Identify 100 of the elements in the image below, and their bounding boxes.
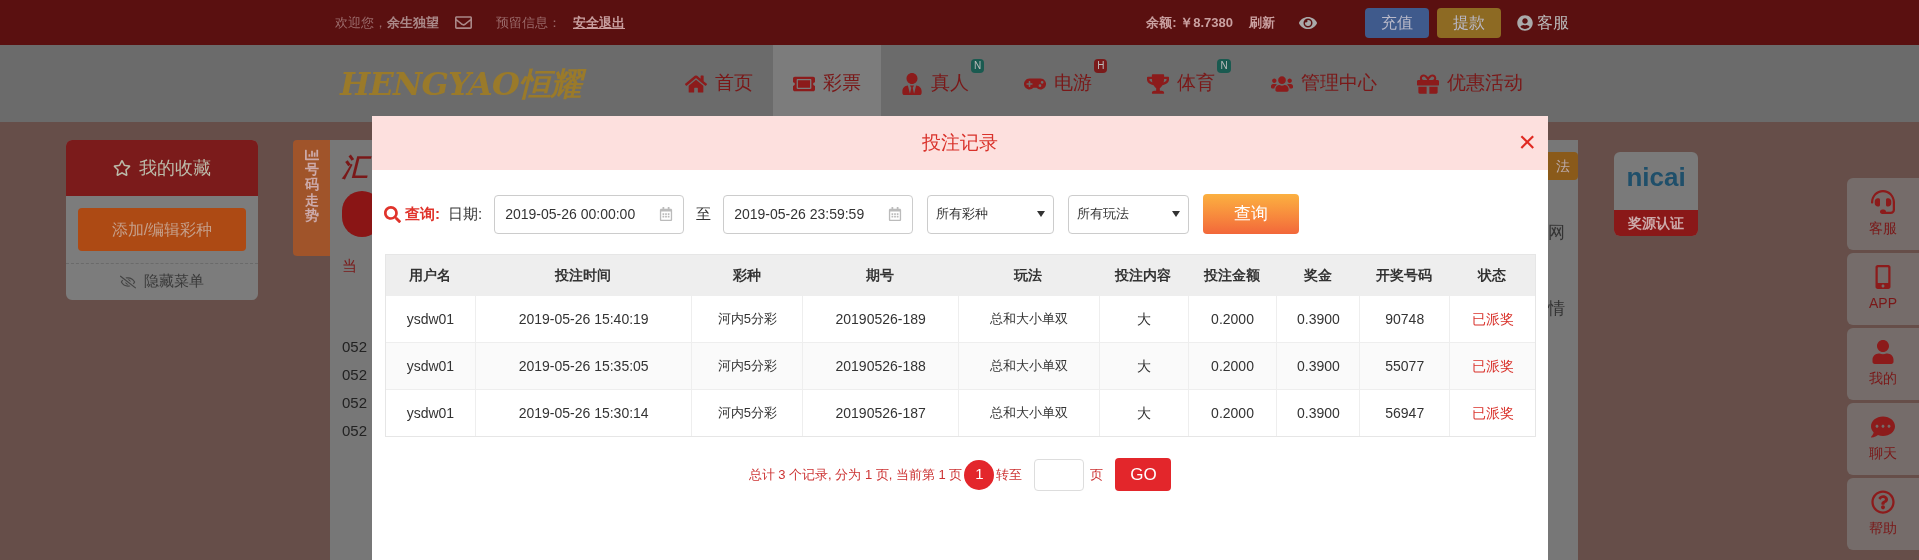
withdraw-button[interactable]: 提款 bbox=[1437, 7, 1501, 38]
balance-text: 余额: ￥8.7380 bbox=[1146, 13, 1233, 32]
table-cell-text: ysdw01 bbox=[405, 403, 456, 423]
goto-label: 转至 bbox=[996, 465, 1023, 484]
nav-label: 体育 bbox=[1177, 71, 1216, 96]
headset-icon bbox=[1871, 189, 1895, 214]
table-cell: 56947 bbox=[1359, 390, 1450, 436]
table-cell: 20190526-187 bbox=[802, 390, 958, 436]
nav-label: 首页 bbox=[715, 71, 753, 96]
page-input[interactable] bbox=[1034, 458, 1085, 491]
issue-number: 052 bbox=[342, 421, 369, 440]
sidebar-label: 聊天 bbox=[1869, 443, 1897, 463]
calendar-icon bbox=[888, 207, 903, 221]
table-cell-text: ysdw01 bbox=[405, 309, 456, 329]
sidebar-label: 我的 bbox=[1869, 368, 1897, 388]
column-header: 奖金 bbox=[1302, 265, 1333, 285]
sidebar-button[interactable]: APP bbox=[1847, 253, 1919, 325]
calendar-icon bbox=[659, 207, 674, 221]
column-header: 玩法 bbox=[1012, 265, 1044, 285]
user-icon bbox=[1871, 339, 1895, 364]
person-icon bbox=[901, 72, 923, 95]
column-header: 开奖号码 bbox=[1375, 265, 1434, 285]
nav-label: 真人 bbox=[931, 71, 969, 96]
reserved-info-label: 预留信息： bbox=[496, 13, 561, 32]
sidebar-label: 帮助 bbox=[1869, 518, 1897, 538]
table-cell: 0.3900 bbox=[1276, 390, 1360, 436]
help-icon bbox=[1871, 489, 1895, 514]
start-date-value: 2019-05-26 00:00:00 bbox=[505, 204, 636, 224]
play-select-value: 所有玩法 bbox=[1077, 205, 1130, 224]
chat-icon bbox=[1871, 414, 1895, 439]
trend-label: 号码走势 bbox=[304, 162, 319, 224]
sidebar-button[interactable]: 帮助 bbox=[1847, 478, 1919, 550]
search-icon bbox=[384, 205, 401, 223]
query-button[interactable]: 查询 bbox=[1203, 194, 1300, 234]
status-cell: 已派奖 bbox=[1449, 390, 1535, 436]
column-header: 投注内容 bbox=[1113, 265, 1173, 285]
column-header: 用户名 bbox=[408, 265, 453, 285]
gift-icon bbox=[1416, 72, 1439, 95]
lottery-select[interactable]: 所有彩种 bbox=[927, 194, 1055, 234]
table-cell: 河内5分彩 bbox=[691, 390, 803, 436]
to-label: 至 bbox=[696, 203, 712, 224]
table-cell: 0.2000 bbox=[1187, 390, 1277, 436]
page-unit: 页 bbox=[1090, 465, 1104, 484]
lottery-select-value: 所有彩种 bbox=[936, 205, 989, 224]
sidebar-button[interactable]: 我的 bbox=[1847, 328, 1919, 400]
table-cell: 2019-05-26 15:30:14 bbox=[474, 390, 692, 436]
nav-label: 彩票 bbox=[823, 71, 861, 96]
column-header: 状态 bbox=[1476, 265, 1508, 285]
certification-label: 奖源认证 bbox=[1614, 210, 1698, 236]
date-label: 日期: bbox=[448, 203, 483, 224]
side-text: 情 bbox=[1548, 297, 1566, 320]
issue-number: 052 bbox=[342, 393, 369, 412]
service-icon[interactable] bbox=[1517, 14, 1533, 31]
nav-badge: H bbox=[1094, 59, 1108, 73]
column-header: 投注时间 bbox=[553, 265, 613, 285]
favorites-title: 我的收藏 bbox=[139, 156, 211, 180]
nav-label: 优惠活动 bbox=[1446, 71, 1523, 96]
table-cell-text: ysdw01 bbox=[405, 356, 456, 376]
trend-tab[interactable]: 号码走势 bbox=[293, 140, 330, 256]
certification-badge[interactable]: nicai 奖源认证 bbox=[1614, 152, 1698, 236]
bookmark-icon bbox=[113, 159, 131, 177]
trophy-icon bbox=[1147, 72, 1170, 95]
service-link[interactable]: 客服 bbox=[1537, 10, 1569, 35]
deposit-button[interactable]: 充值 bbox=[1365, 7, 1429, 38]
issue-number: 052 bbox=[342, 337, 369, 356]
chart-icon bbox=[304, 148, 319, 162]
home-icon bbox=[685, 72, 707, 95]
welcome-text: 欢迎您， bbox=[335, 13, 387, 32]
pagination-summary: 总计 3 个记录, 分为 1 页, 当前第 1 页 bbox=[748, 465, 963, 484]
end-date-value: 2019-05-26 23:59:59 bbox=[734, 204, 865, 224]
nav-badge: N bbox=[1217, 59, 1231, 73]
table-cell: 大 bbox=[1098, 390, 1188, 436]
page-title: 汇 bbox=[342, 148, 372, 187]
hide-icon[interactable] bbox=[120, 273, 136, 290]
column-header: 期号 bbox=[865, 265, 896, 285]
add-lottery-button[interactable]: 添加/编辑彩种 bbox=[78, 208, 246, 251]
username: 余生独望 bbox=[387, 13, 439, 32]
refresh-link[interactable]: 刷新 bbox=[1249, 12, 1275, 33]
nicai-logo: nicai bbox=[1626, 162, 1686, 192]
issue-number: 052 bbox=[342, 365, 369, 384]
current-label: 当 bbox=[342, 256, 358, 276]
query-label: 查询: bbox=[405, 203, 440, 224]
sidebar-label: APP bbox=[1869, 293, 1897, 313]
start-date-field[interactable]: 2019-05-26 00:00:00 bbox=[494, 194, 685, 234]
sidebar-button[interactable]: 聊天 bbox=[1847, 403, 1919, 475]
end-date-field[interactable]: 2019-05-26 23:59:59 bbox=[723, 194, 914, 234]
side-text: 网 bbox=[1548, 222, 1566, 244]
go-button[interactable]: GO bbox=[1115, 458, 1172, 491]
table-cell: 总和大小单双 bbox=[958, 390, 1099, 436]
logout-link[interactable]: 安全退出 bbox=[573, 12, 625, 33]
nav-badge: N bbox=[971, 59, 985, 73]
mail-icon[interactable] bbox=[455, 14, 472, 31]
nav-label: 管理中心 bbox=[1300, 71, 1377, 96]
rules-button[interactable]: 法 bbox=[1548, 152, 1578, 180]
close-button[interactable]: × bbox=[1518, 126, 1536, 158]
play-select[interactable]: 所有玩法 bbox=[1068, 194, 1190, 234]
hide-menu-link[interactable]: 隐藏菜单 bbox=[144, 270, 204, 293]
sidebar-button[interactable]: 客服 bbox=[1847, 178, 1919, 250]
page-number[interactable]: 1 bbox=[964, 459, 995, 490]
nav-label: 电游 bbox=[1054, 71, 1093, 96]
